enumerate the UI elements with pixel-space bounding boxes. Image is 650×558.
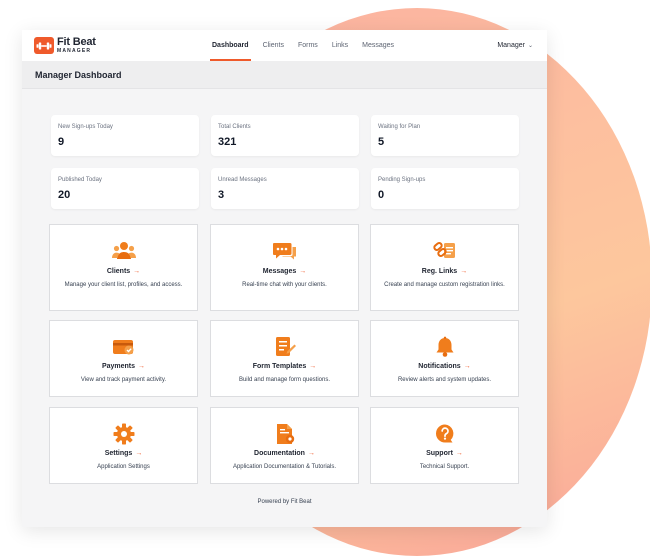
- card-form-templates[interactable]: Form Templates → Build and manage form qu…: [210, 320, 359, 397]
- wallet-icon: [113, 340, 134, 355]
- arrow-right-icon: →: [138, 363, 146, 370]
- main-nav: Dashboard Clients Forms Links Messages: [210, 30, 408, 61]
- user-menu[interactable]: Manager ⌄: [497, 30, 533, 61]
- stat-value: 9: [58, 136, 65, 148]
- card-description: Technical Support.: [419, 464, 470, 470]
- arrow-right-icon: →: [135, 450, 143, 457]
- arrow-right-icon: →: [307, 450, 315, 457]
- card-reg-links[interactable]: Reg. Links → Create and manage custom reg…: [370, 224, 519, 311]
- nav-clients[interactable]: Clients: [263, 30, 284, 61]
- link-icon: [433, 242, 455, 258]
- top-navbar: Fit Beat MANAGER Dashboard Clients Forms…: [22, 30, 547, 61]
- chat-icon: [273, 243, 296, 260]
- card-description: Application Documentation & Tutorials.: [232, 464, 337, 470]
- card-title: Messages: [262, 268, 297, 275]
- card-clients[interactable]: Clients → Manage your client list, profil…: [49, 224, 198, 311]
- stat-label: New Sign-ups Today: [58, 124, 113, 130]
- gear-icon: [113, 423, 135, 445]
- nav-dashboard[interactable]: Dashboard: [210, 30, 251, 61]
- stat-value: 321: [218, 136, 237, 148]
- dumbbell-icon: [34, 37, 54, 54]
- form-edit-icon: [276, 337, 296, 356]
- question-icon: [436, 424, 454, 443]
- nav-forms[interactable]: Forms: [298, 30, 318, 61]
- card-title: Settings: [104, 450, 133, 457]
- stat-label: Waiting for Plan: [378, 124, 421, 130]
- card-payments[interactable]: Payments → View and track payment activit…: [49, 320, 198, 397]
- card-title: Documentation: [254, 450, 305, 457]
- card-description: Build and manage form questions.: [238, 377, 331, 383]
- stat-card-total-clients: Total Clients 321: [211, 115, 359, 156]
- arrow-right-icon: →: [455, 450, 463, 457]
- stat-label: Pending Sign-ups: [378, 177, 426, 183]
- card-description: Real-time chat with your clients.: [242, 282, 327, 288]
- stat-label: Total Clients: [218, 124, 251, 130]
- app-logo[interactable]: Fit Beat MANAGER: [34, 37, 96, 54]
- card-notifications[interactable]: Notifications → Review alerts and system …: [370, 320, 519, 397]
- stat-value: 20: [58, 189, 71, 201]
- page-header: Manager Dashboard: [22, 61, 547, 89]
- card-title: Support: [426, 450, 453, 457]
- stat-value: 3: [218, 189, 225, 201]
- card-title: Form Templates: [252, 363, 307, 370]
- nav-messages[interactable]: Messages: [362, 30, 394, 61]
- card-title: Payments: [101, 363, 136, 370]
- card-support[interactable]: Support → Technical Support.: [370, 407, 519, 484]
- stat-card-waiting-for-plan: Waiting for Plan 5: [371, 115, 519, 156]
- stat-value: 5: [378, 136, 385, 148]
- card-description: Manage your client list, profiles, and a…: [64, 282, 183, 288]
- nav-links[interactable]: Links: [332, 30, 348, 61]
- document-icon: [277, 424, 295, 444]
- arrow-right-icon: →: [133, 268, 141, 275]
- card-title: Clients: [106, 268, 131, 275]
- stat-label: Published Today: [58, 177, 102, 183]
- arrow-right-icon: →: [309, 363, 317, 370]
- stat-card-new-signups: New Sign-ups Today 9: [51, 115, 199, 156]
- stat-card-published-today: Published Today 20: [51, 168, 199, 209]
- arrow-right-icon: →: [463, 363, 471, 370]
- card-description: View and track payment activity.: [80, 377, 167, 383]
- card-description: Create and manage custom registration li…: [384, 282, 505, 288]
- card-title: Notifications: [418, 363, 461, 370]
- logo-subtitle: MANAGER: [57, 48, 92, 54]
- logo-name: Fit Beat: [57, 36, 96, 48]
- stat-value: 0: [378, 189, 385, 201]
- card-settings[interactable]: Settings → Application Settings: [49, 407, 198, 484]
- app-window: Fit Beat MANAGER Dashboard Clients Forms…: [22, 30, 547, 527]
- card-messages[interactable]: Messages → Real-time chat with your clien…: [210, 224, 359, 311]
- footer-powered-by: Powered by Fit Beat: [257, 499, 312, 505]
- arrow-right-icon: →: [460, 268, 468, 275]
- chevron-down-icon: ⌄: [527, 43, 533, 49]
- stat-card-pending-signups: Pending Sign-ups 0: [371, 168, 519, 209]
- card-documentation[interactable]: Documentation → Application Documentation…: [210, 407, 359, 484]
- card-title: Reg. Links: [421, 268, 458, 275]
- arrow-right-icon: →: [299, 268, 307, 275]
- card-description: Review alerts and system updates.: [397, 377, 492, 383]
- card-description: Application Settings: [97, 464, 150, 470]
- stat-label: Unread Messages: [218, 177, 267, 183]
- user-menu-label: Manager: [497, 42, 525, 49]
- stat-card-unread-messages: Unread Messages 3: [211, 168, 359, 209]
- bell-icon: [436, 336, 454, 357]
- page-title: Manager Dashboard: [35, 70, 122, 80]
- users-icon: [112, 242, 136, 259]
